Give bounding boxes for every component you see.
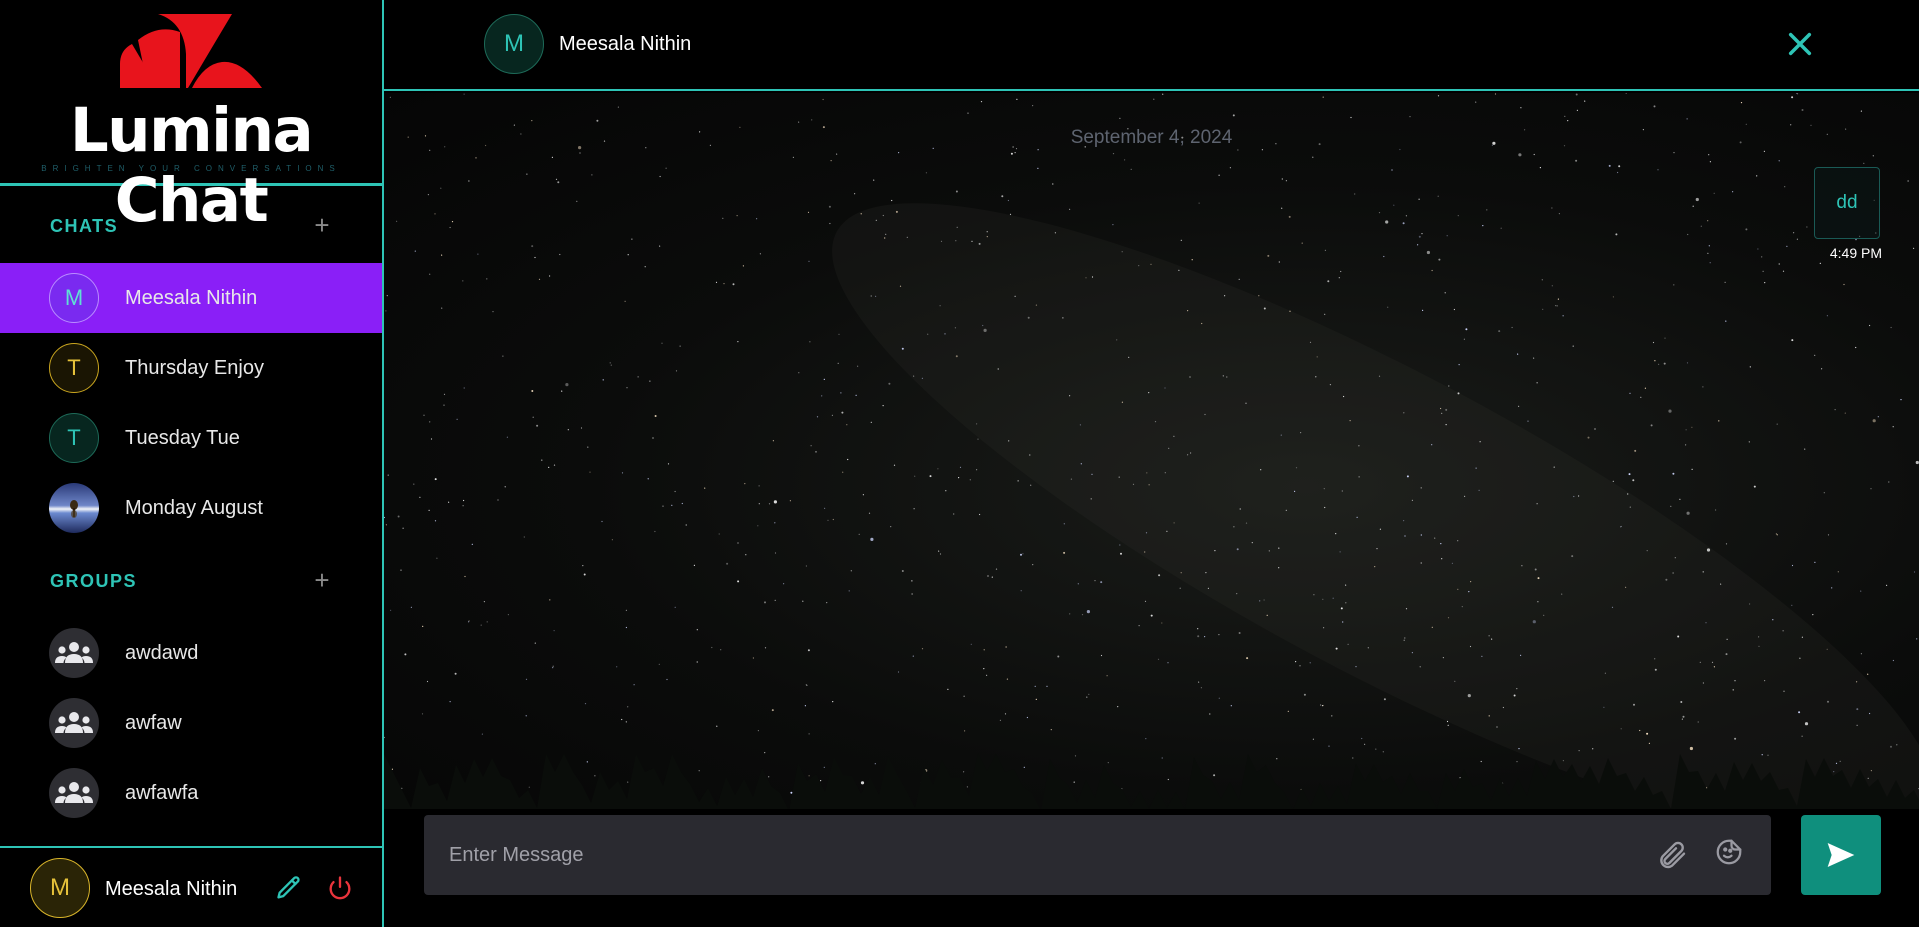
group-list-item[interactable]: awdawd	[0, 618, 382, 688]
send-icon	[1827, 843, 1855, 867]
chat-list-item[interactable]: T Tuesday Tue	[0, 403, 382, 473]
starfield-background	[384, 93, 1919, 809]
composer	[384, 809, 1919, 927]
groups-section-header: GROUPS +	[0, 561, 382, 601]
conversation-avatar[interactable]: M	[484, 14, 544, 74]
power-icon[interactable]	[326, 874, 354, 902]
chat-list-item[interactable]: Monday August	[0, 473, 382, 543]
chat-avatar: T	[49, 413, 99, 463]
groups-section-label: GROUPS	[50, 571, 138, 591]
message-area[interactable]: September 4, 2024 dd 4:49 PM	[384, 93, 1919, 809]
chats-section-header: CHATS +	[0, 206, 382, 246]
add-group-button[interactable]: +	[311, 563, 333, 597]
outgoing-message-bubble[interactable]: dd	[1814, 167, 1880, 239]
group-name: awfawfa	[125, 782, 199, 804]
send-button[interactable]	[1801, 815, 1881, 895]
app-tagline: BRIGHTEN YOUR CONVERSATIONS	[41, 164, 341, 173]
close-icon[interactable]	[1786, 30, 1814, 58]
chat-list-item[interactable]: T Thursday Enjoy	[0, 333, 382, 403]
logo-area: Lumina Chat BRIGHTEN YOUR CONVERSATIONS	[0, 0, 382, 236]
conversation-name: Meesala Nithin	[559, 33, 692, 55]
chat-avatar: M	[49, 273, 99, 323]
group-icon	[49, 768, 99, 818]
group-list-item[interactable]: awfawfa	[0, 758, 382, 828]
message-input[interactable]	[424, 815, 1771, 895]
group-icon	[49, 698, 99, 748]
paperclip-icon[interactable]	[1656, 839, 1688, 871]
group-name: awfaw	[125, 712, 182, 734]
group-list-item[interactable]: awfaw	[0, 688, 382, 758]
date-divider: September 4, 2024	[1070, 127, 1233, 148]
add-chat-button[interactable]: +	[311, 208, 333, 242]
message-timestamp: 4:49 PM	[1829, 245, 1882, 261]
current-user-avatar[interactable]: M	[30, 858, 90, 918]
pencil-icon[interactable]	[275, 874, 303, 902]
sticker-icon[interactable]	[1714, 837, 1744, 867]
current-user-name: Meesala Nithin	[105, 878, 238, 900]
group-icon	[49, 628, 99, 678]
chat-list-item[interactable]: M Meesala Nithin	[0, 263, 382, 333]
chat-name: Meesala Nithin	[125, 287, 258, 309]
chat-avatar: T	[49, 343, 99, 393]
user-footer: M Meesala Nithin	[0, 846, 382, 927]
chat-name: Tuesday Tue	[125, 427, 240, 449]
sidebar: Lumina Chat BRIGHTEN YOUR CONVERSATIONS …	[0, 0, 384, 927]
chat-avatar	[49, 483, 99, 533]
group-name: awdawd	[125, 642, 199, 664]
lumina-logo-icon	[120, 14, 262, 88]
chat-header: M Meesala Nithin	[384, 0, 1919, 91]
chat-name: Monday August	[125, 497, 263, 519]
chats-section-label: CHATS	[50, 216, 119, 236]
chat-name: Thursday Enjoy	[125, 357, 264, 379]
